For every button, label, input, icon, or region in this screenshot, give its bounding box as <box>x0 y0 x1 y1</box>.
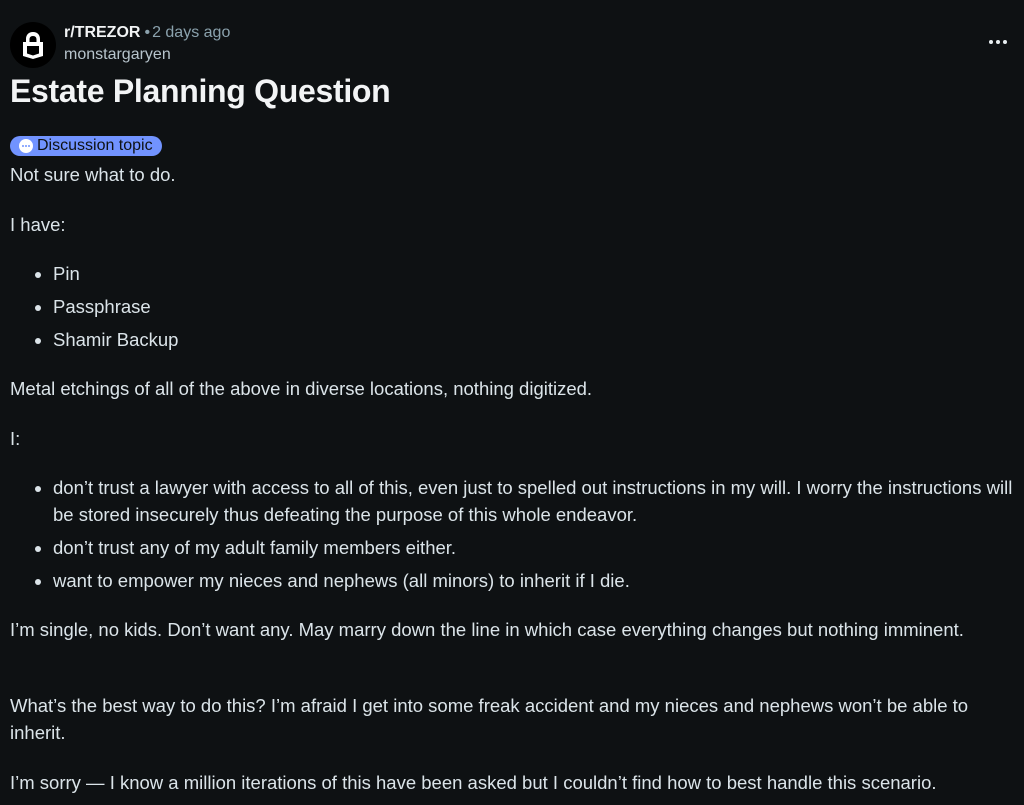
body-paragraph: I’m single, no kids. Don’t want any. May… <box>10 619 964 640</box>
body-paragraph: I’m sorry — I know a million iterations … <box>10 772 937 793</box>
body-paragraph: Not sure what to do. <box>10 164 176 185</box>
post-header: r/TREZOR • 2 days ago monstargaryen <box>10 20 1014 70</box>
list-item: don’t trust any of my adult family membe… <box>53 534 1024 561</box>
body-list: don’t trust a lawyer with access to all … <box>10 474 1024 600</box>
flair-label: Discussion topic <box>37 137 153 154</box>
post-page: r/TREZOR • 2 days ago monstargaryen Estate… <box>0 0 1024 805</box>
speech-bubble-icon <box>19 139 33 153</box>
list-item: don’t trust a lawyer with access to all … <box>53 474 1024 528</box>
author-link[interactable]: monstargaryen <box>64 44 230 66</box>
flair-badge[interactable]: Discussion topic <box>10 136 162 156</box>
body-paragraph: I: <box>10 428 21 449</box>
more-options-button[interactable] <box>986 30 1010 54</box>
list-item: want to empower my nieces and nephews (a… <box>53 567 1024 594</box>
trezor-lock-icon <box>23 32 43 59</box>
more-horizontal-icon-dot <box>996 40 1000 44</box>
meta-separator: • <box>144 24 151 41</box>
list-item: Passphrase <box>53 293 1024 320</box>
more-horizontal-icon <box>989 40 993 44</box>
post-time: 2 days ago <box>152 24 231 41</box>
post-meta: r/TREZOR • 2 days ago monstargaryen <box>64 22 230 66</box>
post-title[interactable]: Estate Planning Question <box>10 70 391 112</box>
subreddit-link[interactable]: r/TREZOR <box>64 24 140 41</box>
list-item: Pin <box>53 260 1024 287</box>
body-list: Pin Passphrase Shamir Backup <box>10 260 1024 359</box>
subreddit-avatar[interactable] <box>10 22 56 68</box>
more-horizontal-icon-dot <box>1003 40 1007 44</box>
body-paragraph: Metal etchings of all of the above in di… <box>10 378 593 399</box>
body-paragraph: I have: <box>10 214 66 235</box>
list-item: Shamir Backup <box>53 326 1024 353</box>
body-paragraph: What’s the best way to do this? I’m afra… <box>10 695 969 743</box>
